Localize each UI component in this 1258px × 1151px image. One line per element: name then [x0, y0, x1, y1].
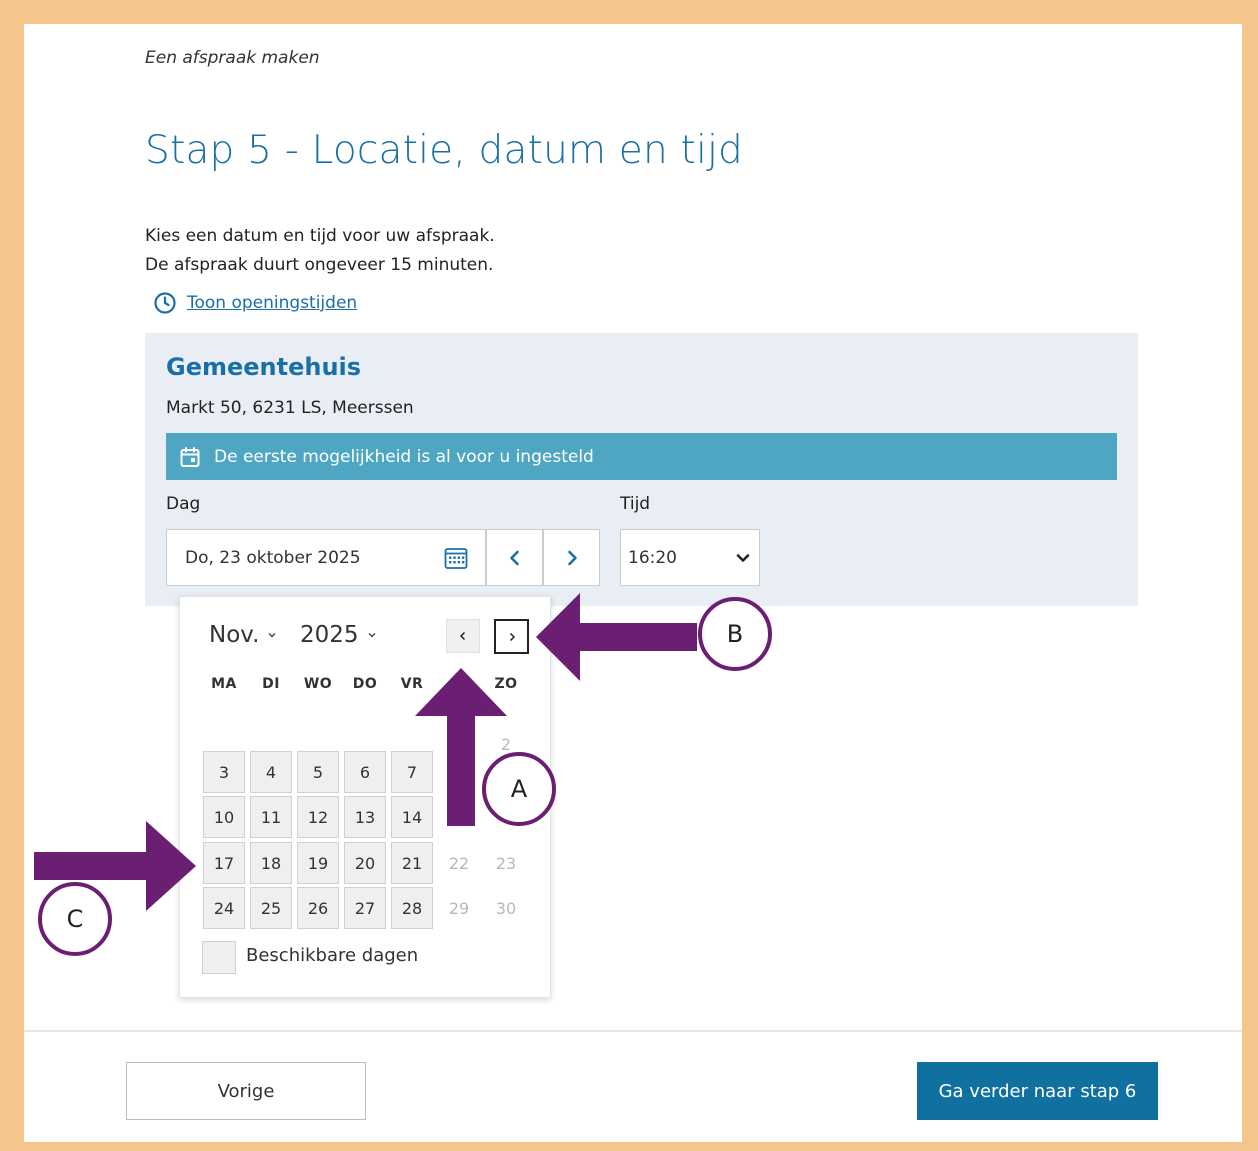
page: Een afspraak maken Stap 5 - Locatie, dat… — [24, 24, 1242, 1142]
chevron-right-icon — [567, 550, 577, 565]
time-value: 16:20 — [628, 547, 677, 568]
calendar-day-available[interactable]: 26 — [297, 887, 339, 929]
calendar-day-available[interactable]: 20 — [344, 842, 386, 884]
weekday-header: DO — [352, 676, 378, 692]
next-step-button[interactable]: Ga verder naar stap 6 — [917, 1062, 1158, 1120]
weekday-header: VR — [400, 676, 424, 692]
calendar-day-available[interactable]: 4 — [250, 751, 292, 793]
weekday-header: MA — [211, 676, 237, 692]
time-select[interactable]: 16:20 — [620, 529, 760, 586]
next-day-button[interactable] — [543, 529, 600, 586]
opening-hours-label: Toon openingstijden — [187, 293, 358, 313]
intro-line-2: De afspraak duurt ongeveer 15 minuten. — [145, 255, 494, 275]
weekday-header: WO — [303, 676, 333, 692]
chevron-down-icon — [736, 553, 750, 562]
annotation-marker-a: A — [482, 752, 556, 826]
year-select[interactable]: 2025 — [300, 622, 377, 648]
breadcrumb: Een afspraak maken — [145, 48, 320, 68]
location-name: Gemeentehuis — [166, 353, 362, 381]
opening-hours-link[interactable]: Toon openingstijden — [153, 291, 357, 315]
intro-line-1: Kies een datum en tijd voor uw afspraak. — [145, 226, 495, 246]
legend-label: Beschikbare dagen — [246, 945, 419, 966]
previous-month-button[interactable] — [446, 619, 480, 653]
calendar-icon[interactable] — [443, 545, 469, 571]
date-value: Do, 23 oktober 2025 — [185, 547, 361, 568]
date-input[interactable]: Do, 23 oktober 2025 — [166, 529, 486, 586]
banner-text: De eerste mogelijkheid is al voor u inge… — [214, 446, 594, 467]
chevron-down-icon — [268, 633, 276, 638]
previous-day-button[interactable] — [486, 529, 543, 586]
month-label: Nov. — [209, 622, 260, 648]
calendar-day-available[interactable]: 28 — [391, 887, 433, 929]
calendar-day-available[interactable]: 10 — [203, 796, 245, 838]
calendar-day-unavailable: 23 — [495, 853, 517, 873]
footer-divider — [24, 1030, 1242, 1032]
time-label: Tijd — [620, 494, 651, 514]
calendar-event-icon — [180, 446, 200, 467]
annotation-marker-b: B — [698, 597, 772, 671]
calendar-day-available[interactable]: 14 — [391, 796, 433, 838]
calendar-day-available[interactable]: 27 — [344, 887, 386, 929]
calendar-day-available[interactable]: 24 — [203, 887, 245, 929]
calendar-day-available[interactable]: 13 — [344, 796, 386, 838]
chevron-left-icon — [459, 631, 466, 641]
calendar-day-unavailable: 22 — [448, 853, 470, 873]
calendar-day-available[interactable]: 17 — [203, 842, 245, 884]
calendar-day-available[interactable]: 21 — [391, 842, 433, 884]
clock-icon — [154, 292, 176, 314]
intro-text: Kies een datum en tijd voor uw afspraak.… — [145, 222, 495, 280]
calendar-day-available[interactable]: 7 — [391, 751, 433, 793]
year-label: 2025 — [300, 622, 359, 648]
month-select[interactable]: Nov. — [209, 622, 277, 648]
weekday-header: ZO — [494, 676, 518, 692]
calendar-day-available[interactable]: 11 — [250, 796, 292, 838]
legend-swatch — [202, 941, 236, 974]
calendar-day-unavailable: 30 — [495, 898, 517, 918]
chevron-down-icon — [368, 633, 376, 638]
location-address: Markt 50, 6231 LS, Meerssen — [166, 398, 414, 418]
previous-button[interactable]: Vorige — [126, 1062, 366, 1120]
next-month-button[interactable] — [494, 619, 529, 654]
calendar-day-available[interactable]: 12 — [297, 796, 339, 838]
annotation-marker-c: C — [38, 882, 112, 956]
calendar-day-available[interactable]: 19 — [297, 842, 339, 884]
first-option-banner: De eerste mogelijkheid is al voor u inge… — [166, 433, 1117, 480]
calendar-day-available[interactable]: 6 — [344, 751, 386, 793]
calendar-day-unavailable: 29 — [448, 898, 470, 918]
date-label: Dag — [166, 494, 201, 514]
chevron-left-icon — [509, 550, 519, 565]
weekday-header: DI — [262, 676, 280, 692]
calendar-day-available[interactable]: 3 — [203, 751, 245, 793]
calendar-day-available[interactable]: 25 — [250, 887, 292, 929]
calendar-day-available[interactable]: 18 — [250, 842, 292, 884]
page-title: Stap 5 - Locatie, datum en tijd — [145, 128, 744, 173]
chevron-right-icon — [509, 632, 515, 641]
calendar-day-available[interactable]: 5 — [297, 751, 339, 793]
